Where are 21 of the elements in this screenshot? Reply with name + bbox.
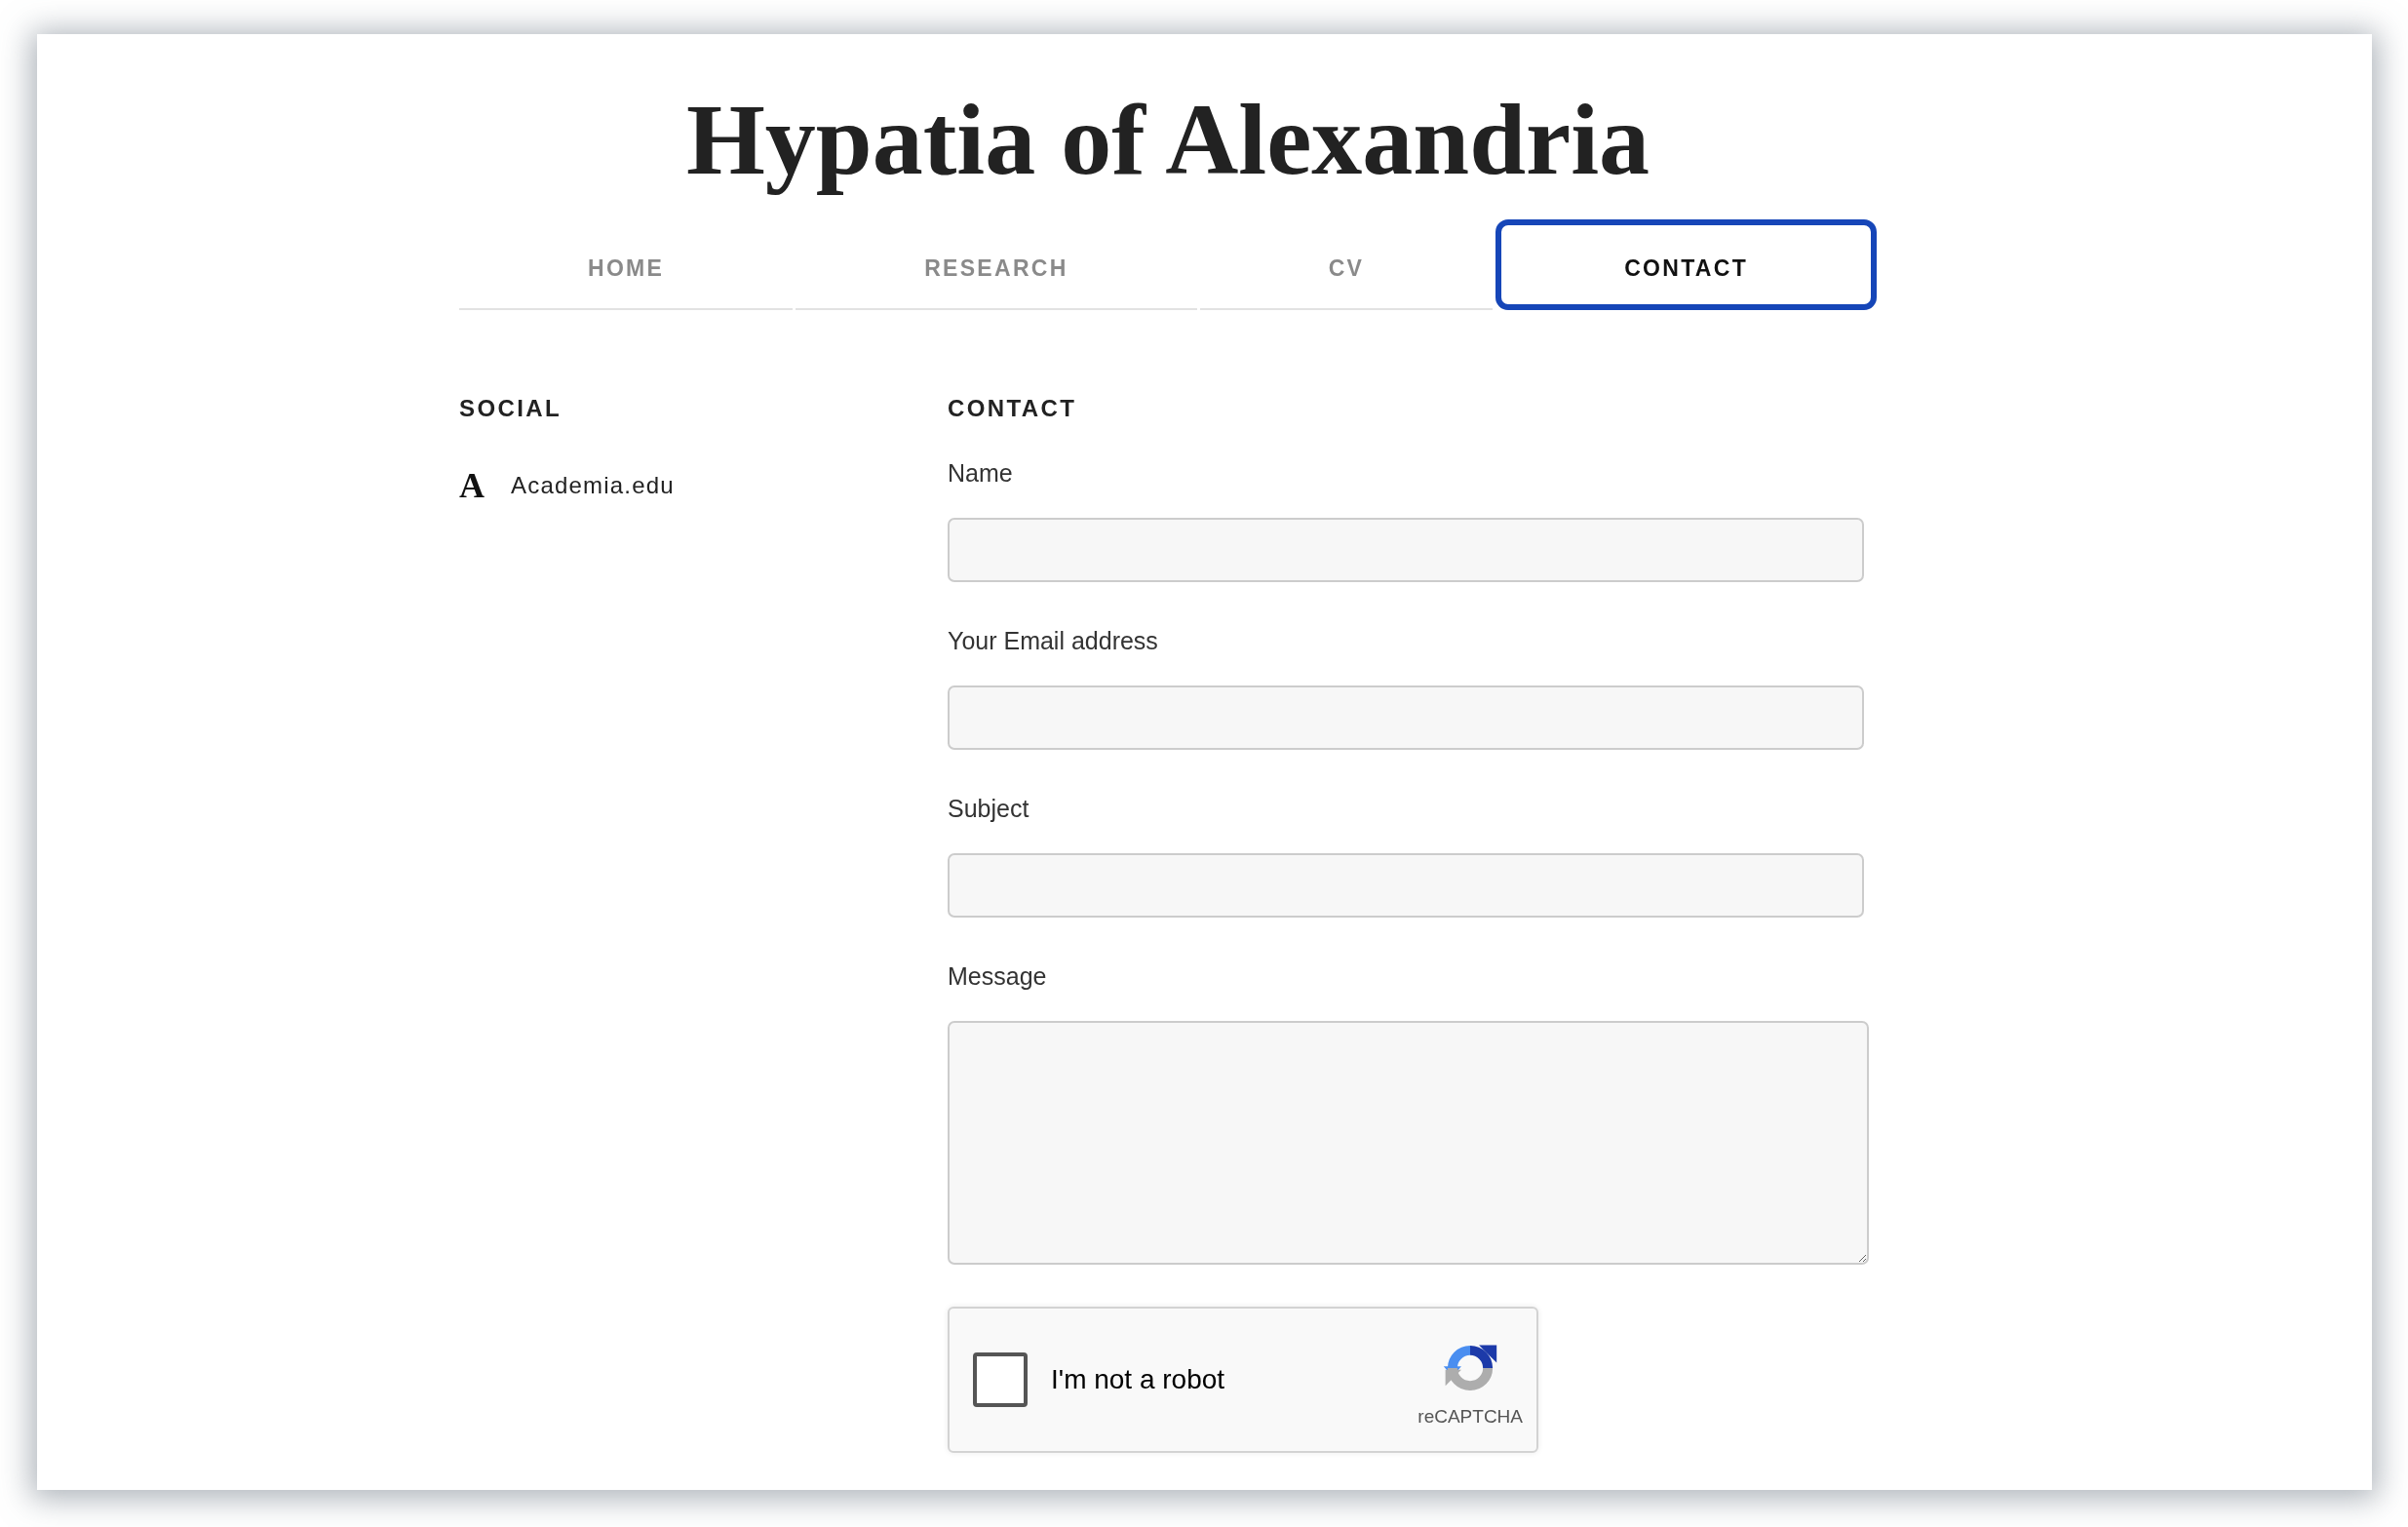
input-field[interactable] (948, 685, 1864, 750)
captcha-label: I'm not a robot (1051, 1363, 1225, 1395)
social-link[interactable]: A Academia.edu (459, 467, 675, 503)
input-field[interactable] (948, 517, 1864, 582)
field-label: Name (948, 457, 1013, 489)
captcha-brand: reCAPTCHA (1418, 1405, 1523, 1428)
message-field[interactable] (948, 1020, 1869, 1265)
nav-tab[interactable]: CV (1199, 218, 1494, 310)
nav-tab[interactable]: RESEARCH (796, 218, 1197, 310)
nav-tab[interactable]: HOME (459, 218, 794, 310)
field-label: Message (948, 960, 1047, 992)
section-heading: CONTACT (948, 393, 1078, 423)
field-label: Subject (948, 793, 1029, 824)
letter-logo: A (459, 467, 485, 503)
section-heading: SOCIAL (459, 393, 563, 423)
field-label: Your Email address (948, 625, 1158, 656)
site-title: Hypatia of Alexandria (684, 82, 1651, 197)
input-field[interactable] (948, 852, 1864, 918)
link-label: Academia.edu (511, 471, 675, 499)
captcha-checkbox[interactable] (973, 1351, 1028, 1407)
nav-tab[interactable]: CONTACT (1495, 218, 1877, 310)
